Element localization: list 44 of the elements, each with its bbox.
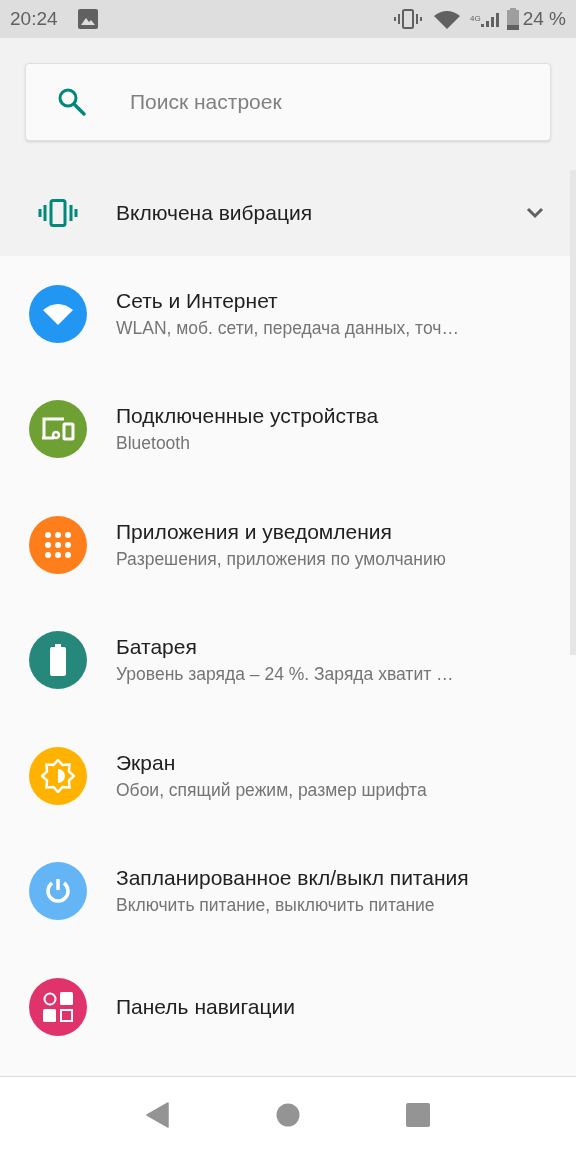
devices-icon (40, 416, 76, 443)
item-title: Подключенные устройства (116, 403, 379, 430)
settings-item[interactable]: Батарея Уровень заряда – 24 %. Заряда хватит … (0, 602, 570, 718)
item-title: Запланированное вкл/выкл питания (116, 865, 469, 892)
settings-item[interactable]: Экран Обои, спящий режим, размер шрифта (0, 718, 570, 834)
item-subtitle: Уровень заряда – 24 %. Заряда хватит … (116, 663, 454, 687)
item-title: Сеть и Интернет (116, 287, 279, 314)
settings-item[interactable]: Приложения и уведомления Разрешения, приложения по умолчанию (0, 487, 570, 603)
suggestion-row[interactable]: Включена вибрация (0, 170, 570, 256)
search-icon (57, 87, 87, 117)
item-title: Экран (116, 749, 177, 776)
wifi-icon (434, 9, 460, 29)
item-subtitle: Включить питание, выключить питание (116, 894, 436, 918)
vibrate-icon (394, 9, 422, 29)
home-icon[interactable] (276, 1102, 300, 1127)
item-title: Приложения и уведомления (116, 518, 393, 545)
item-title: Панель навигации (116, 993, 295, 1020)
status-time: 20:24 (10, 6, 58, 31)
grid-icon (45, 531, 71, 558)
suggestion-title: Включена вибрация (116, 200, 314, 227)
item-title: Батарея (116, 634, 198, 661)
item-subtitle: Обои, спящий режим, размер шрифта (116, 778, 427, 802)
settings-item[interactable]: Панель навигации (0, 949, 570, 1065)
signal-icon (480, 11, 499, 27)
power-icon (44, 877, 72, 906)
image-icon (77, 9, 98, 29)
settings-item[interactable]: Запланированное вкл/выкл питания Включить питание, выключить питание (0, 833, 570, 949)
battery-percentage: 24 % (522, 6, 566, 31)
item-subtitle: WLAN, моб. сети, передача данных, точ… (116, 316, 459, 340)
search-field[interactable]: Поиск настроек (25, 63, 551, 141)
battery-icon (506, 8, 519, 30)
item-subtitle: Bluetooth (116, 432, 191, 456)
chevron-icon[interactable] (526, 207, 544, 219)
vibrate-icon (38, 199, 78, 227)
network-type: 4G (470, 14, 481, 23)
settings-item[interactable]: Сеть и Интернет WLAN, моб. сети, передача данных, точ… (0, 256, 570, 372)
battery-icon (50, 644, 66, 677)
brightness-icon (41, 758, 75, 793)
settings-item[interactable]: Подключенные устройства Bluetooth (0, 371, 570, 487)
item-subtitle: Разрешения, приложения по умолчанию (116, 547, 446, 571)
back-icon[interactable] (146, 1101, 170, 1128)
recents-icon[interactable] (406, 1102, 430, 1127)
shapes-icon (43, 991, 73, 1022)
wifi-icon (43, 302, 73, 325)
